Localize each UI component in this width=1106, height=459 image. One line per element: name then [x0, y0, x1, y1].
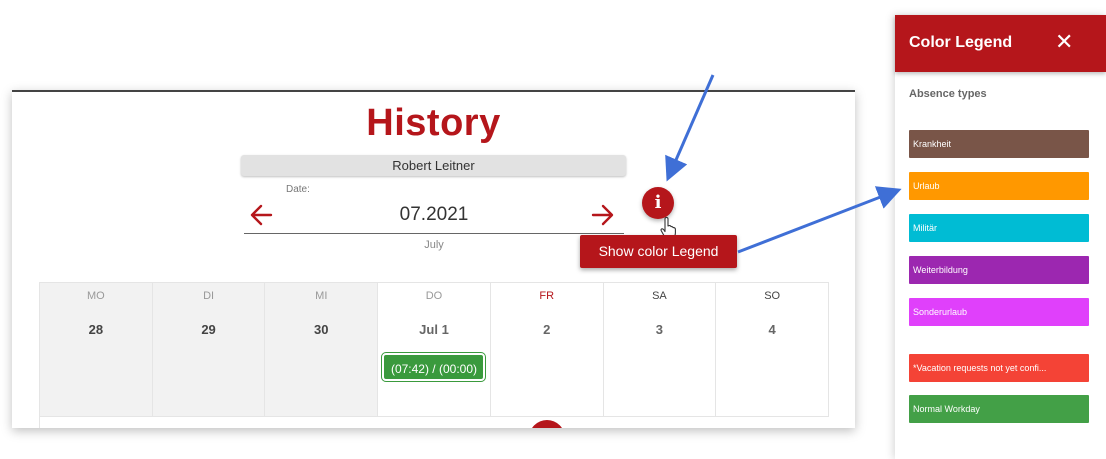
day-cell[interactable]: FR 2: [490, 283, 604, 417]
day-header: SO: [764, 290, 781, 302]
day-header: MO: [86, 290, 105, 302]
legend-item-weiterbildung: Weiterbildung: [909, 256, 1089, 284]
day-number: 2: [543, 322, 551, 337]
day-cell[interactable]: MO 28: [40, 283, 153, 417]
legend-header: Color Legend ✕: [895, 15, 1106, 72]
user-selector[interactable]: Robert Leitner: [241, 155, 626, 176]
page-title: History: [366, 102, 501, 144]
close-icon[interactable]: ✕: [1055, 30, 1073, 54]
legend-item-militaer: Militär: [909, 214, 1089, 242]
day-header: FR: [539, 290, 555, 302]
color-legend-panel: Color Legend ✕ Absence types Krankheit U…: [895, 15, 1106, 459]
day-header: DI: [203, 290, 215, 302]
day-number: 3: [655, 322, 664, 337]
legend-item-vacation-requests: *Vacation requests not yet confi...: [909, 354, 1089, 382]
color-legend-tooltip: Show color Legend: [580, 235, 737, 268]
arrow-left-icon: [250, 204, 273, 226]
legend-title: Color Legend: [909, 34, 1013, 51]
day-header: DO: [425, 290, 443, 302]
day-number: 30: [314, 322, 329, 337]
legend-subtitle: Absence types: [909, 88, 987, 100]
info-icon: i: [654, 192, 662, 213]
next-month-button[interactable]: [590, 202, 616, 228]
legend-item-krankheit: Krankheit: [909, 130, 1089, 158]
legend-item-sonderurlaub: Sonderurlaub: [909, 298, 1089, 326]
worktime-event[interactable]: (07:42) / (00:00): [382, 353, 486, 381]
day-cell[interactable]: MI 30: [265, 283, 379, 417]
arrow-right-icon: [591, 204, 614, 226]
prev-month-button[interactable]: [248, 202, 274, 228]
legend-item-urlaub: Urlaub: [909, 172, 1089, 200]
day-cell[interactable]: SA 3: [603, 283, 717, 417]
info-button[interactable]: i: [642, 187, 674, 219]
day-number: Jul 1: [419, 322, 449, 337]
day-cell[interactable]: SO 4: [716, 283, 829, 417]
date-input[interactable]: 07.2021: [244, 202, 624, 234]
day-header: SA: [652, 290, 667, 302]
day-number: 4: [768, 322, 776, 337]
day-cell[interactable]: DI 29: [152, 283, 266, 417]
week-calendar: MO 28 DI 29 MI 30 DO Jul 1 (07:42) / (00…: [39, 282, 829, 428]
day-cell[interactable]: DO Jul 1 (07:42) / (00:00): [378, 283, 491, 417]
date-label: Date:: [286, 184, 310, 195]
day-number: 28: [88, 322, 104, 337]
month-label: July: [424, 239, 444, 251]
legend-item-normal-workday: Normal Workday: [909, 395, 1089, 423]
day-number: 29: [201, 322, 216, 337]
day-header: MI: [315, 290, 328, 302]
